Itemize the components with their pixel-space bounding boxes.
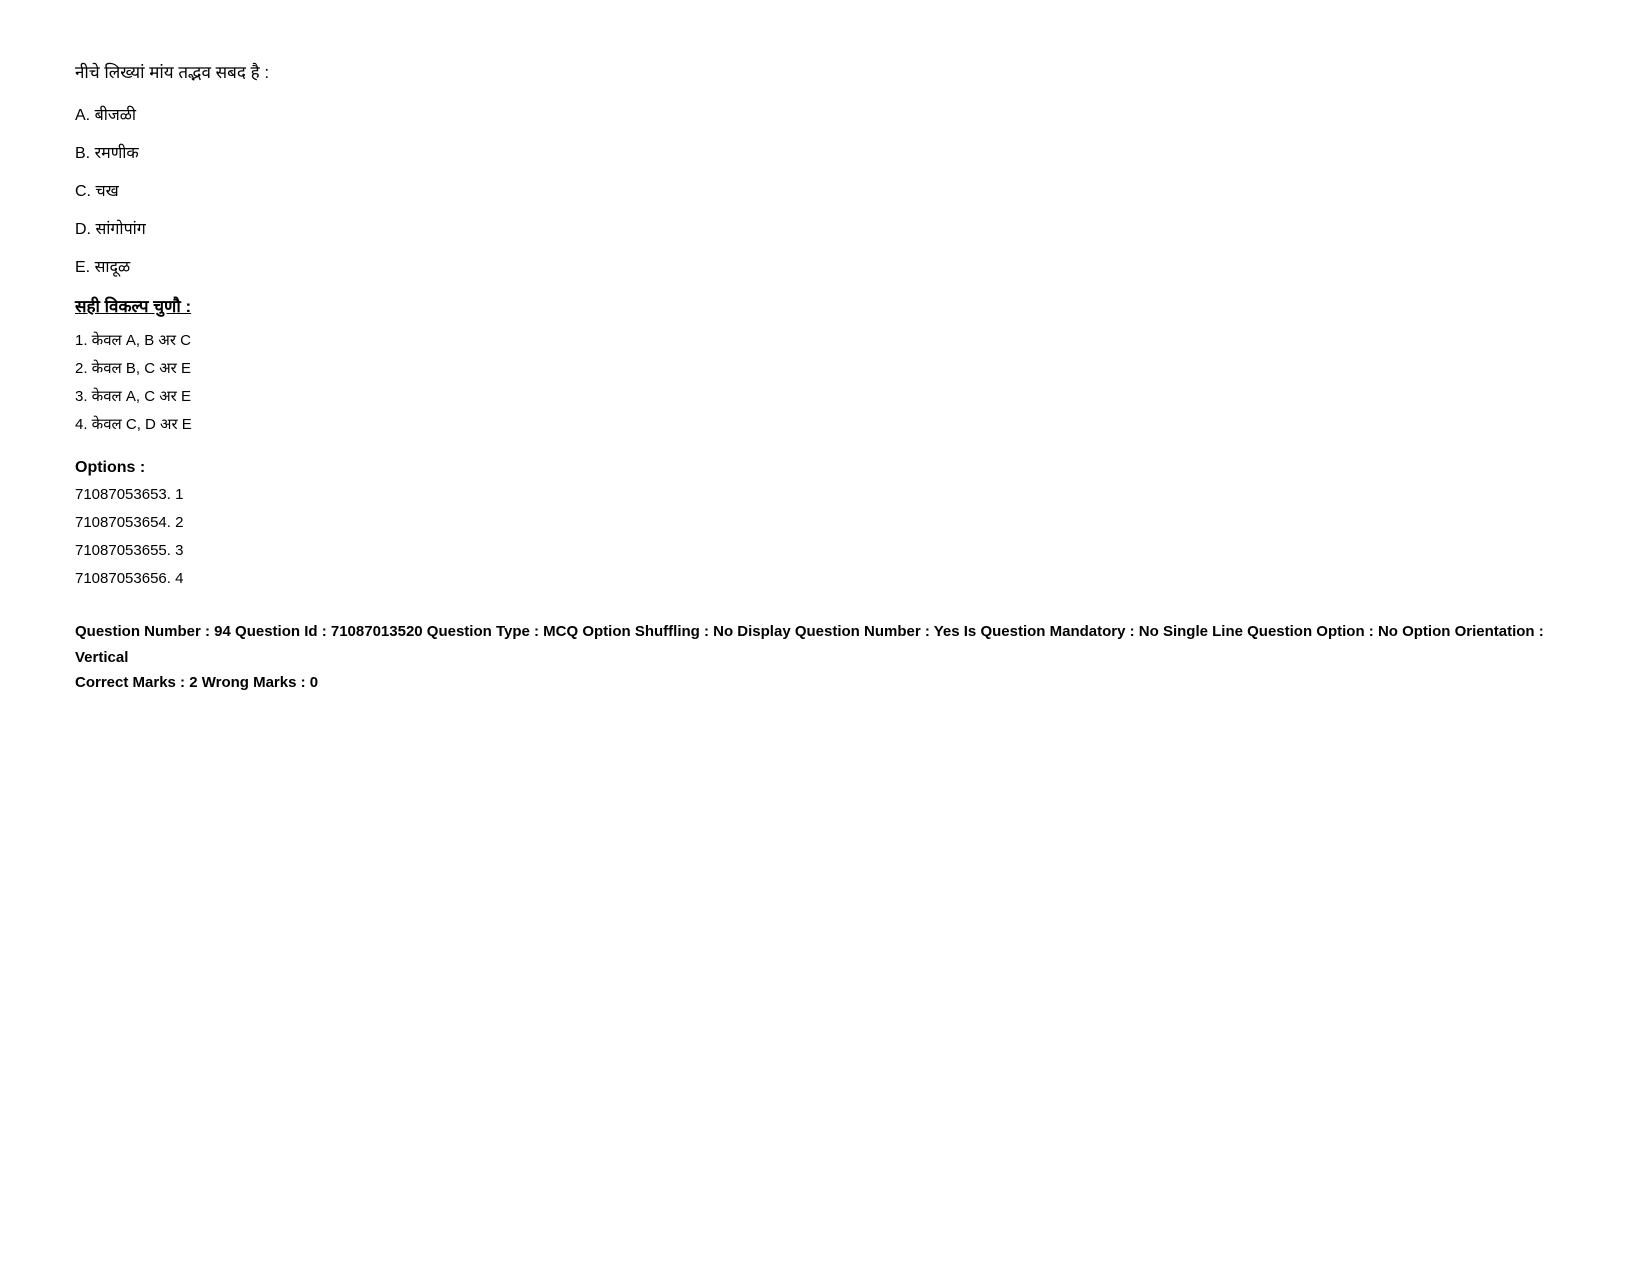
options-list: A. बीजळी B. रमणीक C. चख D. सांगोपांग E. …	[75, 104, 1575, 280]
meta-line2: Correct Marks : 2 Wrong Marks : 0	[75, 670, 1575, 696]
option-b: B. रमणीक	[75, 142, 1575, 166]
select-label: सही विकल्प चुणौ :	[75, 294, 1575, 320]
option-code-1: 71087053653. 1	[75, 483, 1575, 507]
option-codes-list: 71087053653. 1 71087053654. 2 7108705365…	[75, 483, 1575, 591]
option-c: C. चख	[75, 180, 1575, 204]
numbered-option-4: 4. केवल C, D अर E	[75, 413, 1575, 437]
option-a-label: A.	[75, 107, 90, 124]
option-code-4: 71087053656. 4	[75, 567, 1575, 591]
option-d: D. सांगोपांग	[75, 218, 1575, 242]
option-a-text: बीजळी	[95, 107, 136, 124]
option-c-text: चख	[95, 183, 118, 200]
numbered-option-1: 1. केवल A, B अर C	[75, 329, 1575, 353]
question-text: नीचे लिख्यां मांय तद्भव सबद है :	[75, 60, 1575, 86]
option-c-label: C.	[75, 183, 91, 200]
option-code-2: 71087053654. 2	[75, 511, 1575, 535]
option-code-3: 71087053655. 3	[75, 539, 1575, 563]
option-e-label: E.	[75, 259, 90, 276]
option-a: A. बीजळी	[75, 104, 1575, 128]
meta-info: Question Number : 94 Question Id : 71087…	[75, 619, 1575, 696]
option-e-text: सादूळ	[95, 259, 131, 276]
option-e: E. सादूळ	[75, 256, 1575, 280]
options-header: Options :	[75, 459, 1575, 477]
option-b-text: रमणीक	[95, 145, 139, 162]
option-d-text: सांगोपांग	[95, 221, 145, 238]
option-b-label: B.	[75, 145, 90, 162]
numbered-option-2: 2. केवल B, C अर E	[75, 357, 1575, 381]
numbered-option-3: 3. केवल A, C अर E	[75, 385, 1575, 409]
numbered-options-list: 1. केवल A, B अर C 2. केवल B, C अर E 3. क…	[75, 329, 1575, 437]
option-d-label: D.	[75, 221, 91, 238]
meta-line1: Question Number : 94 Question Id : 71087…	[75, 619, 1575, 670]
